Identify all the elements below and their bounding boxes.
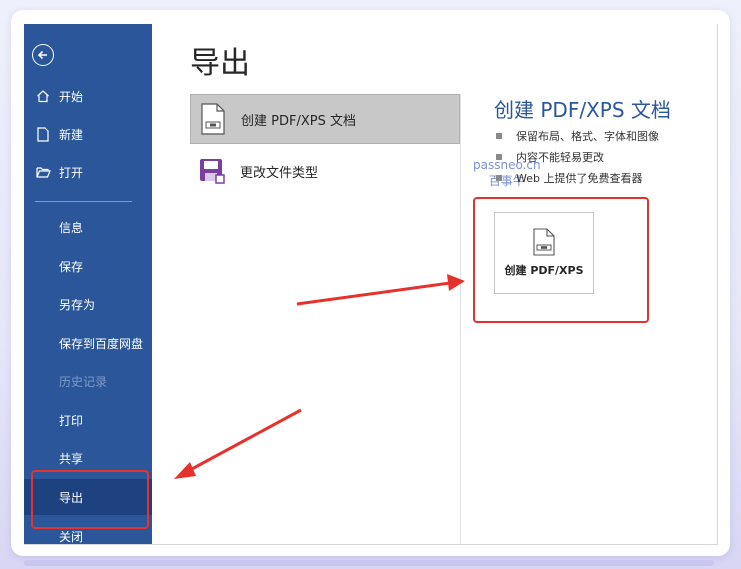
pane-divider (460, 94, 461, 544)
pdf-document-icon (199, 102, 227, 136)
sidebar-item-label: 开始 (59, 89, 84, 104)
sidebar-item-save[interactable]: 保存 (24, 248, 152, 284)
sidebar-item-history: 历史记录 (24, 363, 152, 399)
sidebar-item-label: 保存到百度网盘 (59, 336, 144, 351)
sidebar-item-info[interactable]: 信息 (24, 209, 152, 245)
bullet-item: 内容不能轻易更改 (496, 146, 659, 167)
save-as-filetype-icon (198, 154, 226, 188)
detail-bullets: 保留布局、格式、字体和图像 内容不能轻易更改 Web 上提供了免费查看器 (496, 125, 659, 188)
sidebar-item-label: 另存为 (59, 297, 96, 312)
arrow-left-circle-icon (37, 50, 47, 60)
new-document-icon (35, 126, 51, 142)
annotation-box-export (31, 470, 149, 529)
sidebar-item-label: 新建 (59, 127, 84, 142)
sidebar-item-label: 信息 (59, 220, 84, 235)
annotation-box-create-button (473, 197, 649, 323)
sidebar-item-label: 共享 (59, 451, 84, 466)
bottom-decoration (24, 560, 714, 566)
bullet-item: 保留布局、格式、字体和图像 (496, 125, 659, 146)
sidebar-item-save-as[interactable]: 另存为 (24, 286, 152, 322)
sidebar-item-print[interactable]: 打印 (24, 402, 152, 438)
sidebar-item-save-to-baidu[interactable]: 保存到百度网盘 (24, 325, 152, 361)
home-icon (35, 88, 51, 104)
sidebar-item-label: 打印 (59, 413, 84, 428)
sidebar-item-label: 历史记录 (59, 374, 108, 389)
sidebar-item-label: 打开 (59, 165, 84, 180)
sidebar-divider (35, 201, 132, 202)
option-create-pdf-xps[interactable]: 创建 PDF/XPS 文档 (190, 94, 460, 144)
back-button[interactable] (32, 44, 54, 66)
sidebar-item-label: 保存 (59, 259, 84, 274)
option-change-file-type[interactable]: 更改文件类型 (190, 146, 460, 196)
sidebar-item-label: 关闭 (59, 529, 84, 544)
page-title: 导出 (190, 46, 250, 81)
backstage-sidebar: 开始 新建 打开 信息 保存 另存为 保存到百度网盘 历史记录 打印 共享 导出… (24, 24, 152, 544)
sidebar-item-open[interactable]: 打开 (24, 154, 152, 190)
folder-open-icon (35, 164, 51, 180)
bullet-item: Web 上提供了免费查看器 (496, 167, 659, 188)
option-label: 创建 PDF/XPS 文档 (241, 113, 356, 129)
detail-title: 创建 PDF/XPS 文档 (494, 98, 671, 122)
sidebar-item-new[interactable]: 新建 (24, 116, 152, 152)
sidebar-item-home[interactable]: 开始 (24, 78, 152, 114)
option-label: 更改文件类型 (240, 165, 319, 181)
